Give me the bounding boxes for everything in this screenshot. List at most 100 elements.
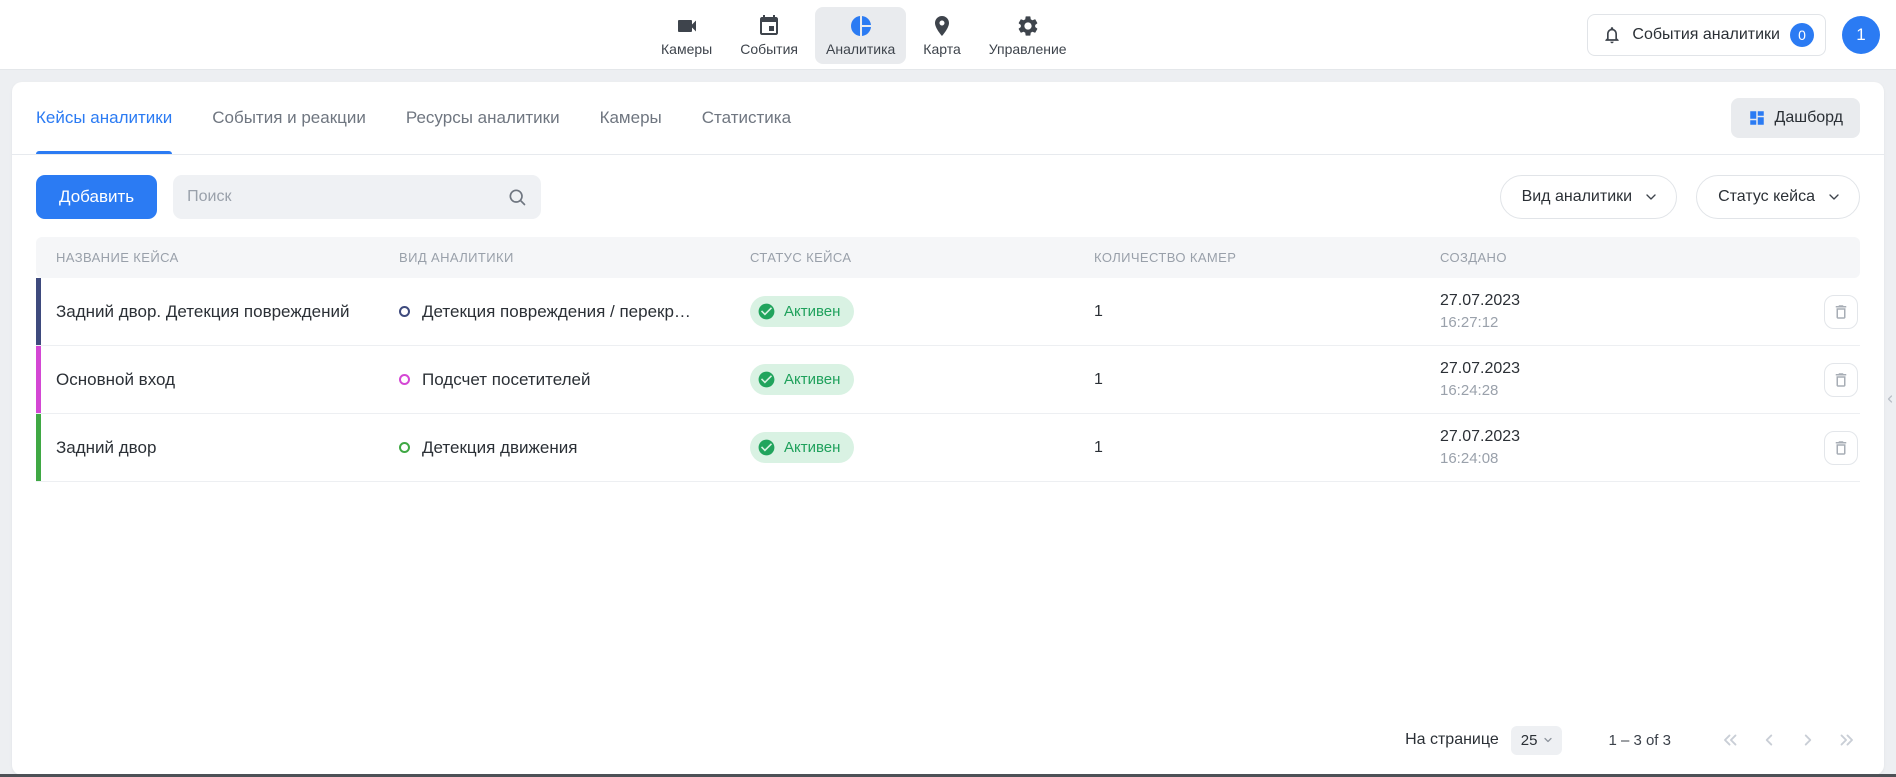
delete-case-button[interactable] bbox=[1824, 431, 1858, 465]
chevron-down-icon bbox=[1826, 189, 1842, 205]
filters: Вид аналитики Статус кейса bbox=[1500, 175, 1860, 219]
row-actions bbox=[1774, 363, 1860, 397]
table-row[interactable]: Основной вход Подсчет посетителей Активе… bbox=[36, 346, 1860, 414]
check-circle-icon bbox=[757, 438, 776, 457]
status-label: Активен bbox=[784, 303, 840, 320]
search-box bbox=[173, 175, 541, 219]
analytics-type-cell: Детекция движения bbox=[399, 438, 750, 458]
analytics-events-label: События аналитики bbox=[1632, 26, 1780, 44]
tab-analytics-cases[interactable]: Кейсы аналитики bbox=[36, 82, 172, 154]
case-name: Основной вход bbox=[56, 370, 399, 390]
nav-label: Управление bbox=[989, 41, 1067, 57]
analytics-events-button[interactable]: События аналитики 0 bbox=[1587, 14, 1826, 56]
chevron-down-icon bbox=[1542, 734, 1554, 746]
created-time: 16:27:12 bbox=[1440, 314, 1774, 331]
nav-label: События bbox=[740, 41, 798, 57]
tab-analytics-resources[interactable]: Ресурсы аналитики bbox=[406, 82, 560, 154]
last-page-button[interactable] bbox=[1834, 727, 1860, 753]
created-cell: 27.07.2023 16:24:08 bbox=[1440, 428, 1774, 467]
created-cell: 27.07.2023 16:27:12 bbox=[1440, 292, 1774, 331]
delete-case-button[interactable] bbox=[1824, 363, 1858, 397]
status-label: Активен bbox=[784, 439, 840, 456]
status-label: Активен bbox=[784, 371, 840, 388]
tab-cameras[interactable]: Камеры bbox=[600, 82, 662, 154]
chevron-right-icon bbox=[1797, 729, 1819, 751]
user-avatar[interactable]: 1 bbox=[1842, 16, 1880, 54]
filter-analytics-type[interactable]: Вид аналитики bbox=[1500, 175, 1678, 219]
table-row[interactable]: Задний двор Детекция движения Активен 1 … bbox=[36, 414, 1860, 482]
trash-icon bbox=[1832, 303, 1850, 321]
per-page-select[interactable]: 25 bbox=[1511, 726, 1563, 755]
analytics-card: Кейсы аналитики События и реакции Ресурс… bbox=[12, 82, 1884, 775]
main-nav: Камеры События Аналитика Карта Управлени… bbox=[650, 4, 1078, 66]
tab-statistics[interactable]: Статистика bbox=[702, 82, 791, 154]
row-accent-bar bbox=[36, 346, 41, 413]
prev-page-button[interactable] bbox=[1756, 727, 1782, 753]
col-camera-count: КОЛИЧЕСТВО КАМЕР bbox=[1094, 250, 1440, 265]
chevron-down-icon bbox=[1643, 189, 1659, 205]
next-page-button[interactable] bbox=[1795, 727, 1821, 753]
double-chevron-right-icon bbox=[1836, 729, 1858, 751]
analytics-type-cell: Детекция повреждения / перекр… bbox=[399, 302, 750, 322]
nav-item-events[interactable]: События bbox=[729, 7, 809, 64]
row-actions bbox=[1774, 295, 1860, 329]
search-icon[interactable] bbox=[507, 187, 527, 207]
filter-analytics-type-label: Вид аналитики bbox=[1522, 188, 1633, 206]
topbar: Камеры События Аналитика Карта Управлени… bbox=[0, 0, 1896, 70]
analytics-type-dot-icon bbox=[399, 374, 410, 385]
camera-count: 1 bbox=[1094, 371, 1440, 389]
pagination-range: 1 – 3 of 3 bbox=[1608, 732, 1671, 749]
case-name: Задний двор. Детекция повреждений bbox=[56, 302, 399, 322]
nav-item-map[interactable]: Карта bbox=[912, 7, 971, 64]
camera-count: 1 bbox=[1094, 439, 1440, 457]
col-case-name: НАЗВАНИЕ КЕЙСА bbox=[56, 250, 399, 265]
search-input[interactable] bbox=[187, 188, 497, 206]
panel-edge-collapse-handle[interactable] bbox=[1884, 388, 1896, 410]
actions-row: Добавить Вид аналитики Статус кейса bbox=[12, 155, 1884, 219]
dashboard-grid-icon bbox=[1748, 109, 1766, 127]
check-circle-icon bbox=[757, 302, 776, 321]
bell-icon bbox=[1602, 25, 1622, 45]
dashboard-button[interactable]: Дашборд bbox=[1731, 98, 1861, 138]
per-page-label: На странице bbox=[1405, 731, 1499, 749]
table-row[interactable]: Задний двор. Детекция повреждений Детекц… bbox=[36, 278, 1860, 346]
events-count-badge: 0 bbox=[1790, 23, 1814, 47]
pager bbox=[1717, 727, 1860, 753]
analytics-type-label: Детекция повреждения / перекр… bbox=[422, 302, 691, 322]
status-cell: Активен bbox=[750, 364, 1094, 395]
chevron-left-icon bbox=[1758, 729, 1780, 751]
status-badge: Активен bbox=[750, 296, 854, 327]
col-analytics-type: ВИД АНАЛИТИКИ bbox=[399, 250, 750, 265]
status-cell: Активен bbox=[750, 432, 1094, 463]
tab-events-reactions[interactable]: События и реакции bbox=[212, 82, 366, 154]
created-cell: 27.07.2023 16:24:28 bbox=[1440, 360, 1774, 399]
created-time: 16:24:28 bbox=[1440, 382, 1774, 399]
nav-label: Камеры bbox=[661, 41, 712, 57]
nav-item-management[interactable]: Управление bbox=[978, 7, 1078, 64]
cases-table: НАЗВАНИЕ КЕЙСА ВИД АНАЛИТИКИ СТАТУС КЕЙС… bbox=[12, 219, 1884, 482]
analytics-type-label: Детекция движения bbox=[422, 438, 577, 458]
status-badge: Активен bbox=[750, 432, 854, 463]
case-name: Задний двор bbox=[56, 438, 399, 458]
analytics-type-dot-icon bbox=[399, 442, 410, 453]
col-case-status: СТАТУС КЕЙСА bbox=[750, 250, 1094, 265]
row-accent-bar bbox=[36, 414, 41, 481]
events-icon bbox=[757, 14, 781, 38]
created-date: 27.07.2023 bbox=[1440, 428, 1774, 446]
camera-count: 1 bbox=[1094, 303, 1440, 321]
nav-label: Карта bbox=[923, 41, 960, 57]
status-cell: Активен bbox=[750, 296, 1094, 327]
first-page-button[interactable] bbox=[1717, 727, 1743, 753]
analytics-pie-icon bbox=[849, 14, 873, 38]
per-page-value: 25 bbox=[1521, 732, 1538, 749]
trash-icon bbox=[1832, 371, 1850, 389]
nav-item-cameras[interactable]: Камеры bbox=[650, 7, 723, 64]
nav-item-analytics[interactable]: Аналитика bbox=[815, 7, 906, 64]
add-case-button[interactable]: Добавить bbox=[36, 175, 157, 219]
dashboard-label: Дашборд bbox=[1775, 109, 1844, 127]
filter-case-status[interactable]: Статус кейса bbox=[1696, 175, 1860, 219]
row-actions bbox=[1774, 431, 1860, 465]
gear-icon bbox=[1016, 14, 1040, 38]
delete-case-button[interactable] bbox=[1824, 295, 1858, 329]
analytics-type-label: Подсчет посетителей bbox=[422, 370, 590, 390]
